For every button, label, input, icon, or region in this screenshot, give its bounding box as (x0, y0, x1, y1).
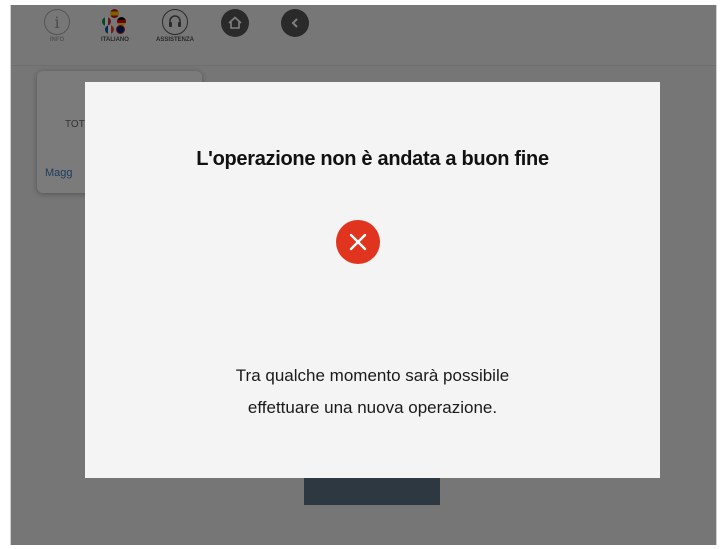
error-x-icon (336, 220, 380, 264)
error-dialog: L'operazione non è andata a buon fine Tr… (85, 82, 660, 478)
app-screen: i INFO ITALIANO ASSISTENZA (10, 5, 717, 545)
dialog-message: Tra qualche momento sarà possibile effet… (85, 360, 660, 424)
dialog-message-line2: effettuare una nuova operazione. (247, 398, 498, 417)
dialog-title: L'operazione non è andata a buon fine (196, 148, 549, 170)
dialog-message-line1: Tra qualche momento sarà possibile (235, 366, 510, 385)
